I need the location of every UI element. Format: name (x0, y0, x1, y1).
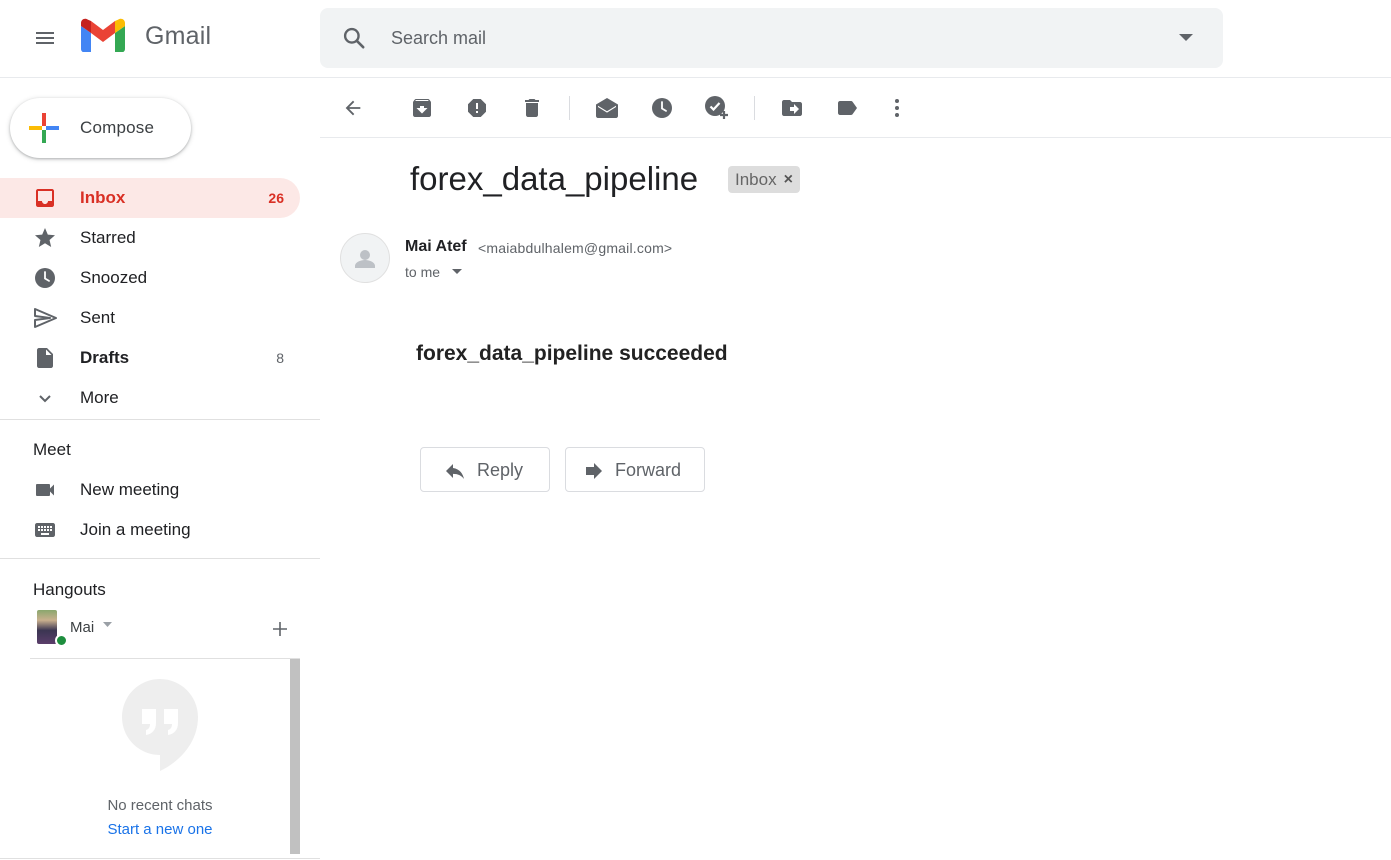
delete-icon (525, 99, 539, 117)
no-recent-chats-text: No recent chats (107, 797, 213, 814)
nav-label-inbox: Inbox (80, 188, 126, 207)
gmail-logo[interactable]: Gmail (80, 18, 211, 54)
labels-button[interactable] (832, 93, 862, 123)
add-to-tasks-button[interactable] (702, 93, 732, 123)
reply-icon (446, 464, 464, 479)
star-icon (33, 226, 57, 250)
join-meeting-label: Join a meeting (80, 520, 191, 539)
search-button[interactable] (340, 24, 368, 52)
reply-button[interactable]: Reply (420, 447, 550, 492)
inbox-icon (33, 186, 57, 210)
mark-as-unread-button[interactable] (592, 93, 622, 123)
search-bar (320, 8, 1223, 68)
search-options-button[interactable] (1172, 24, 1200, 52)
reply-label: Reply (477, 460, 524, 480)
move-to-icon (782, 100, 802, 116)
hamburger-menu-icon (36, 32, 54, 44)
send-icon (33, 306, 57, 330)
chat-list-scrollbar[interactable] (290, 659, 300, 854)
inbox-unread-count: 26 (268, 190, 284, 206)
snooze-icon (652, 98, 672, 118)
nav-item-sent[interactable]: Sent (0, 298, 300, 338)
delete-button[interactable] (517, 93, 547, 123)
hangouts-bubble-icon (122, 679, 198, 776)
join-meeting-button[interactable]: Join a meeting (0, 510, 300, 550)
recipient-text: to me (405, 264, 441, 280)
inbox-label-chip[interactable]: Inbox × (728, 166, 800, 193)
nav-label-sent: Sent (80, 308, 115, 327)
search-input[interactable] (391, 22, 1151, 54)
caret-down-icon (103, 622, 112, 627)
snooze-button[interactable] (647, 93, 677, 123)
sender-email: <maiabdulhalem@gmail.com> (478, 240, 673, 256)
section-divider (0, 419, 320, 420)
nav-label-more: More (80, 388, 119, 407)
nav-item-more[interactable]: More (0, 378, 300, 418)
back-to-inbox-button[interactable] (338, 93, 368, 123)
nav-item-starred[interactable]: Starred (0, 218, 300, 258)
toolbar-separator (754, 96, 755, 120)
show-details-caret-icon[interactable] (452, 269, 462, 274)
online-status-dot (55, 634, 68, 647)
add-icon[interactable] (269, 618, 291, 640)
report-spam-button[interactable] (462, 93, 492, 123)
hangouts-user-status[interactable]: Mai (33, 608, 293, 648)
app-header: Gmail (0, 0, 1391, 78)
email-body: forex_data_pipeline succeeded (416, 342, 728, 365)
sender-avatar[interactable] (340, 233, 390, 283)
compose-button[interactable]: Compose (10, 98, 191, 158)
video-camera-icon (33, 478, 57, 502)
add-task-icon (705, 96, 728, 119)
chevron-down-icon (33, 386, 57, 410)
hangouts-user-name: Mai (70, 619, 95, 636)
gmail-m-logo-icon (81, 18, 125, 52)
new-meeting-label: New meeting (80, 480, 180, 499)
remove-label-button[interactable]: × (784, 171, 793, 189)
nav-label-starred: Starred (80, 228, 136, 247)
caret-down-icon (1179, 34, 1193, 41)
start-new-chat-link[interactable]: Start a new one (30, 821, 290, 838)
nav-item-inbox[interactable]: Inbox 26 (0, 178, 300, 218)
forward-label: Forward (615, 460, 682, 480)
email-subject: forex_data_pipeline (410, 160, 699, 197)
more-vertical-icon (895, 99, 899, 117)
archive-button[interactable] (407, 93, 437, 123)
message-toolbar (320, 78, 1391, 138)
nav-label-drafts: Drafts (80, 348, 130, 367)
mark-unread-icon (596, 98, 618, 118)
nav-item-drafts[interactable]: Drafts 8 (0, 338, 300, 378)
search-icon (343, 27, 365, 49)
forward-icon (586, 463, 602, 479)
compose-plus-icon (29, 113, 59, 143)
meet-section-title: Meet (33, 440, 71, 459)
section-divider (0, 558, 320, 559)
label-chip-text: Inbox (735, 169, 777, 189)
avatar (37, 610, 57, 644)
clock-icon (33, 266, 57, 290)
app-name: Gmail (145, 21, 212, 50)
nav-label-snoozed: Snoozed (80, 268, 148, 287)
nav-item-snoozed[interactable]: Snoozed (0, 258, 300, 298)
keyboard-icon (33, 518, 57, 542)
forward-button[interactable]: Forward (565, 447, 705, 492)
new-meeting-button[interactable]: New meeting (0, 470, 300, 510)
hangouts-section-title: Hangouts (33, 580, 106, 599)
default-person-icon (355, 250, 375, 268)
draft-icon (33, 346, 57, 370)
label-icon (838, 101, 857, 115)
sender-name[interactable]: Mai Atef (405, 238, 467, 256)
mailbox-nav: Inbox 26 Starred Snoozed Sent Drafts 8 M… (0, 178, 320, 418)
archive-icon (413, 99, 431, 117)
sidebar: Compose Inbox 26 Starred Snoozed Sent Dr… (0, 78, 320, 860)
move-to-button[interactable] (777, 93, 807, 123)
toolbar-separator (569, 96, 570, 120)
more-options-button[interactable] (882, 93, 912, 123)
hangouts-chat-list: No recent chats Start a new one (30, 658, 300, 858)
back-arrow-icon (345, 100, 361, 116)
report-spam-icon (468, 99, 486, 117)
sidebar-bottom-divider (0, 858, 320, 859)
drafts-count: 8 (276, 350, 284, 366)
main-menu-button[interactable] (25, 18, 65, 58)
compose-label: Compose (80, 118, 155, 137)
